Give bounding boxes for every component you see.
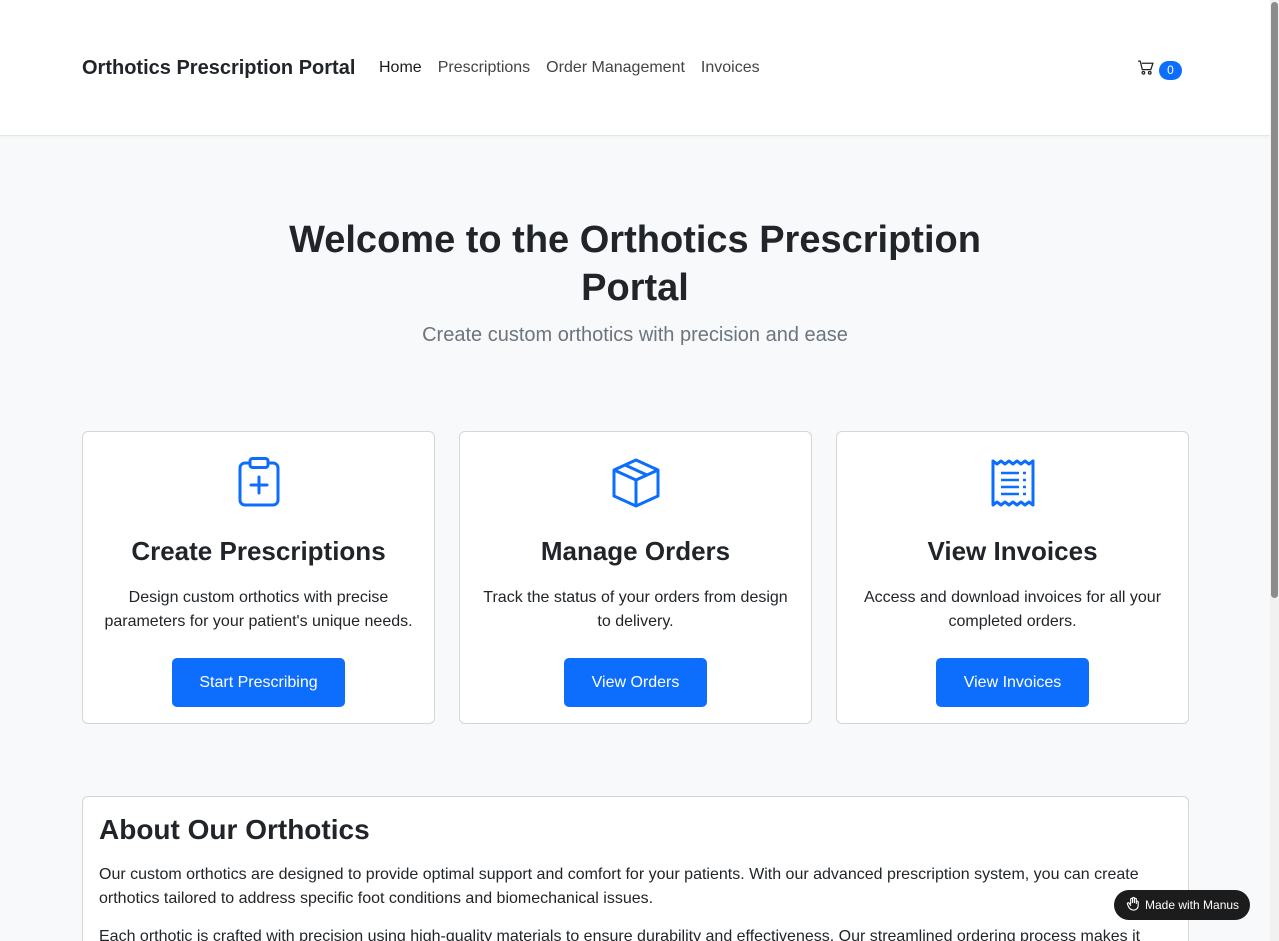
hero-subtitle: Create custom orthotics with precision a… (422, 324, 848, 346)
about-section: About Our Orthotics Our custom orthotics… (82, 796, 1189, 941)
card-description: Design custom orthotics with precise par… (104, 589, 413, 630)
view-invoices-button[interactable]: View Invoices (936, 658, 1089, 707)
feature-card-invoices: View Invoices Access and download invoic… (836, 431, 1189, 724)
card-title: View Invoices (927, 536, 1098, 566)
feature-card-orders: Manage Orders Track the status of your o… (459, 431, 812, 724)
made-with-manus-badge[interactable]: Made with Manus (1114, 890, 1250, 920)
manus-hand-icon (1126, 896, 1145, 914)
brand-title[interactable]: Orthotics Prescription Portal (82, 57, 355, 80)
cart-icon (1137, 59, 1154, 81)
nav-link-prescriptions[interactable]: Prescriptions (438, 59, 530, 77)
cart-button[interactable]: 0 (1137, 59, 1182, 81)
nav-link-order-management[interactable]: Order Management (546, 59, 685, 77)
feature-card-prescriptions: Create Prescriptions Design custom ortho… (82, 431, 435, 724)
cart-count-badge: 0 (1159, 60, 1182, 80)
receipt-icon (837, 457, 1188, 509)
about-paragraph: Each orthotic is crafted with precision … (99, 928, 1141, 941)
clipboard-plus-icon (83, 457, 434, 509)
view-orders-button[interactable]: View Orders (564, 658, 707, 707)
about-title: About Our Orthotics (99, 814, 370, 845)
badge-label: Made with Manus (1145, 898, 1240, 912)
hero-title: Welcome to the Orthotics Prescription Po… (289, 219, 981, 309)
card-title: Manage Orders (540, 536, 731, 566)
card-description: Access and download invoices for all you… (863, 589, 1162, 630)
box-icon (460, 457, 811, 509)
nav-link-home[interactable]: Home (379, 59, 422, 77)
about-paragraph: Our custom orthotics are designed to pro… (99, 866, 1139, 907)
nav-links: Home Prescriptions Order Management Invo… (379, 59, 776, 77)
scrollbar-thumb[interactable] (1271, 2, 1278, 598)
card-description: Track the status of your orders from des… (483, 589, 788, 630)
top-navbar: Orthotics Prescription Portal Home Presc… (0, 0, 1270, 136)
start-prescribing-button[interactable]: Start Prescribing (172, 658, 345, 707)
card-title: Create Prescriptions (131, 536, 386, 566)
nav-link-invoices[interactable]: Invoices (701, 59, 760, 77)
